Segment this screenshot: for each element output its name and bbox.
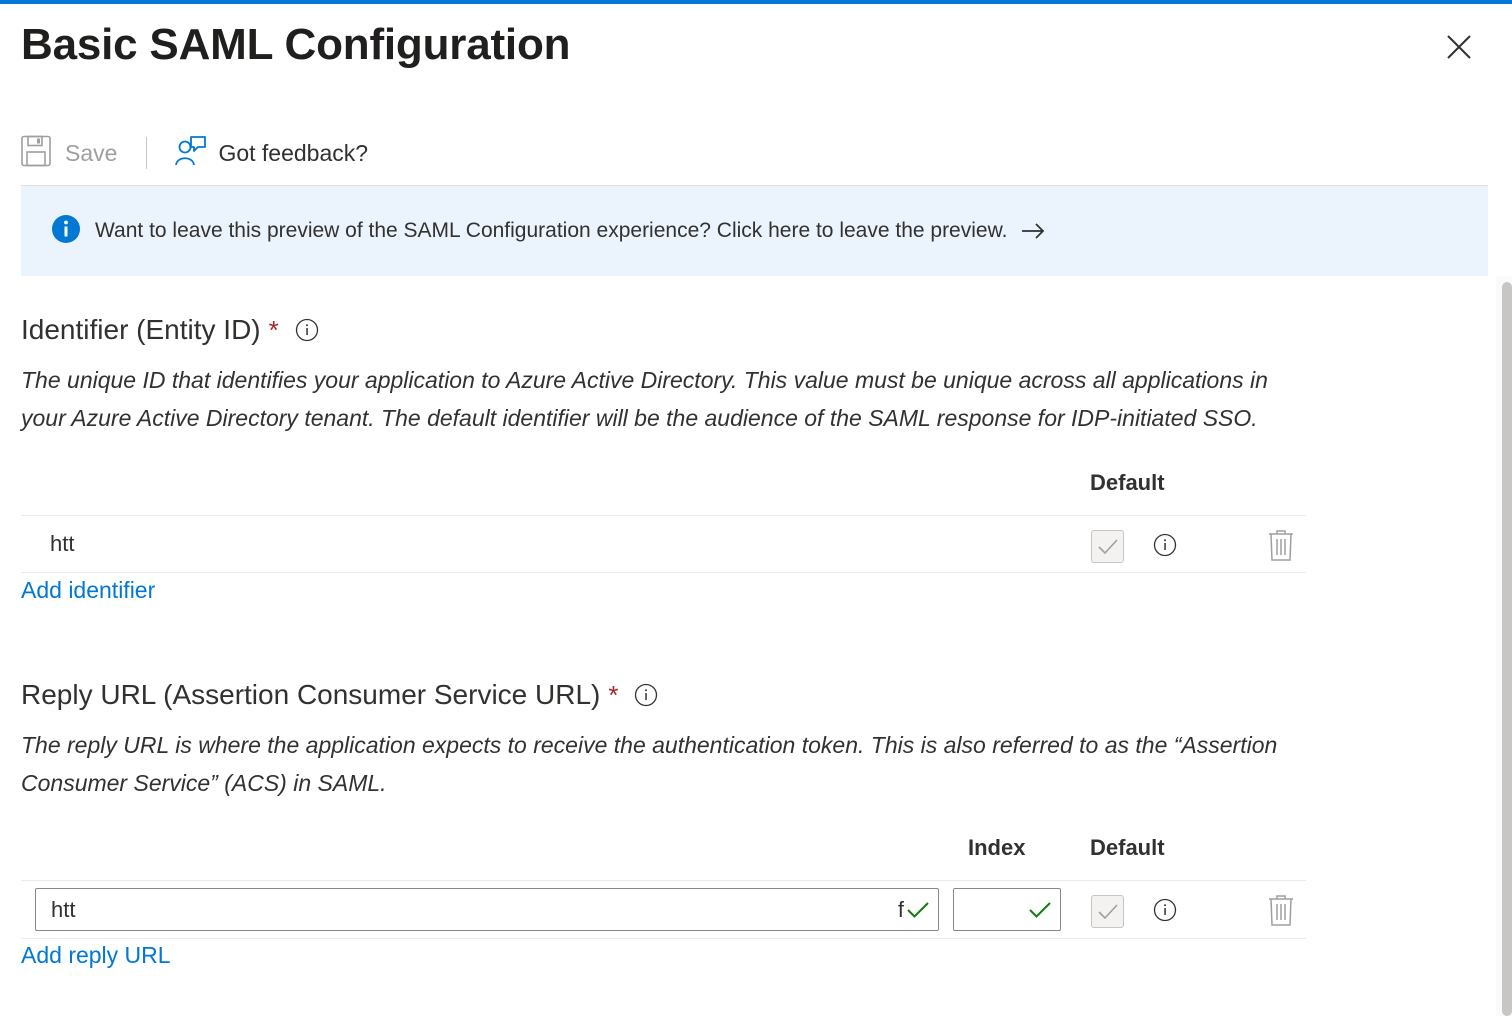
identifier-title: Identifier (Entity ID) <box>21 314 261 345</box>
info-icon[interactable] <box>1153 533 1177 557</box>
index-column-header: Index <box>968 835 1026 860</box>
default-checkbox[interactable] <box>1091 530 1124 563</box>
toolbar-separator <box>146 137 148 169</box>
default-column-header: Default <box>1090 470 1165 495</box>
default-column-header: Default <box>1090 835 1165 860</box>
feedback-label: Got feedback? <box>218 139 369 166</box>
feedback-button[interactable]: Got feedback? <box>174 128 368 178</box>
trash-icon[interactable] <box>1268 894 1294 926</box>
add-identifier-link[interactable]: Add identifier <box>21 577 155 604</box>
required-mark: * <box>608 679 619 710</box>
save-label: Save <box>65 139 118 166</box>
page-title: Basic SAML Configuration <box>21 20 571 69</box>
save-button[interactable]: Save <box>21 128 117 178</box>
top-accent-bar <box>0 0 1512 4</box>
row-divider <box>21 880 1306 881</box>
info-icon[interactable] <box>295 318 319 342</box>
info-icon[interactable] <box>634 683 658 707</box>
banner-message: Want to leave this preview of the SAML C… <box>95 219 1008 242</box>
scrollbar-thumb[interactable] <box>1502 282 1512 1016</box>
checkmark-icon <box>906 901 930 919</box>
close-icon[interactable] <box>1440 28 1478 66</box>
checkmark-icon <box>1028 901 1052 919</box>
trash-icon[interactable] <box>1268 529 1294 561</box>
command-bar: Save Got feedback? <box>21 128 368 178</box>
row-divider <box>21 938 1306 939</box>
reply-url-description: The reply URL is where the application e… <box>21 732 1278 796</box>
reply-url-input[interactable]: htt f <box>35 888 939 931</box>
identifier-value[interactable]: htt <box>50 531 74 557</box>
reply-url-value-tail: f <box>897 896 904 922</box>
add-reply-url-link[interactable]: Add reply URL <box>21 942 171 969</box>
reply-url-section-title: Reply URL (Assertion Consumer Service UR… <box>21 679 658 711</box>
info-icon[interactable] <box>1153 898 1177 922</box>
feedback-icon <box>174 135 207 172</box>
index-input[interactable] <box>953 888 1061 931</box>
row-divider <box>21 572 1306 573</box>
row-divider <box>21 515 1306 516</box>
reply-url-value: htt <box>51 896 76 922</box>
identifier-description: The unique ID that identifies your appli… <box>21 367 1268 431</box>
identifier-section-title: Identifier (Entity ID) * <box>21 314 319 346</box>
required-mark: * <box>268 314 279 345</box>
save-icon <box>21 135 51 172</box>
arrow-right-icon <box>1021 223 1045 239</box>
info-circle-icon <box>51 214 81 249</box>
preview-banner[interactable]: Want to leave this preview of the SAML C… <box>21 186 1488 276</box>
default-checkbox[interactable] <box>1091 895 1124 928</box>
reply-url-title: Reply URL (Assertion Consumer Service UR… <box>21 679 601 710</box>
